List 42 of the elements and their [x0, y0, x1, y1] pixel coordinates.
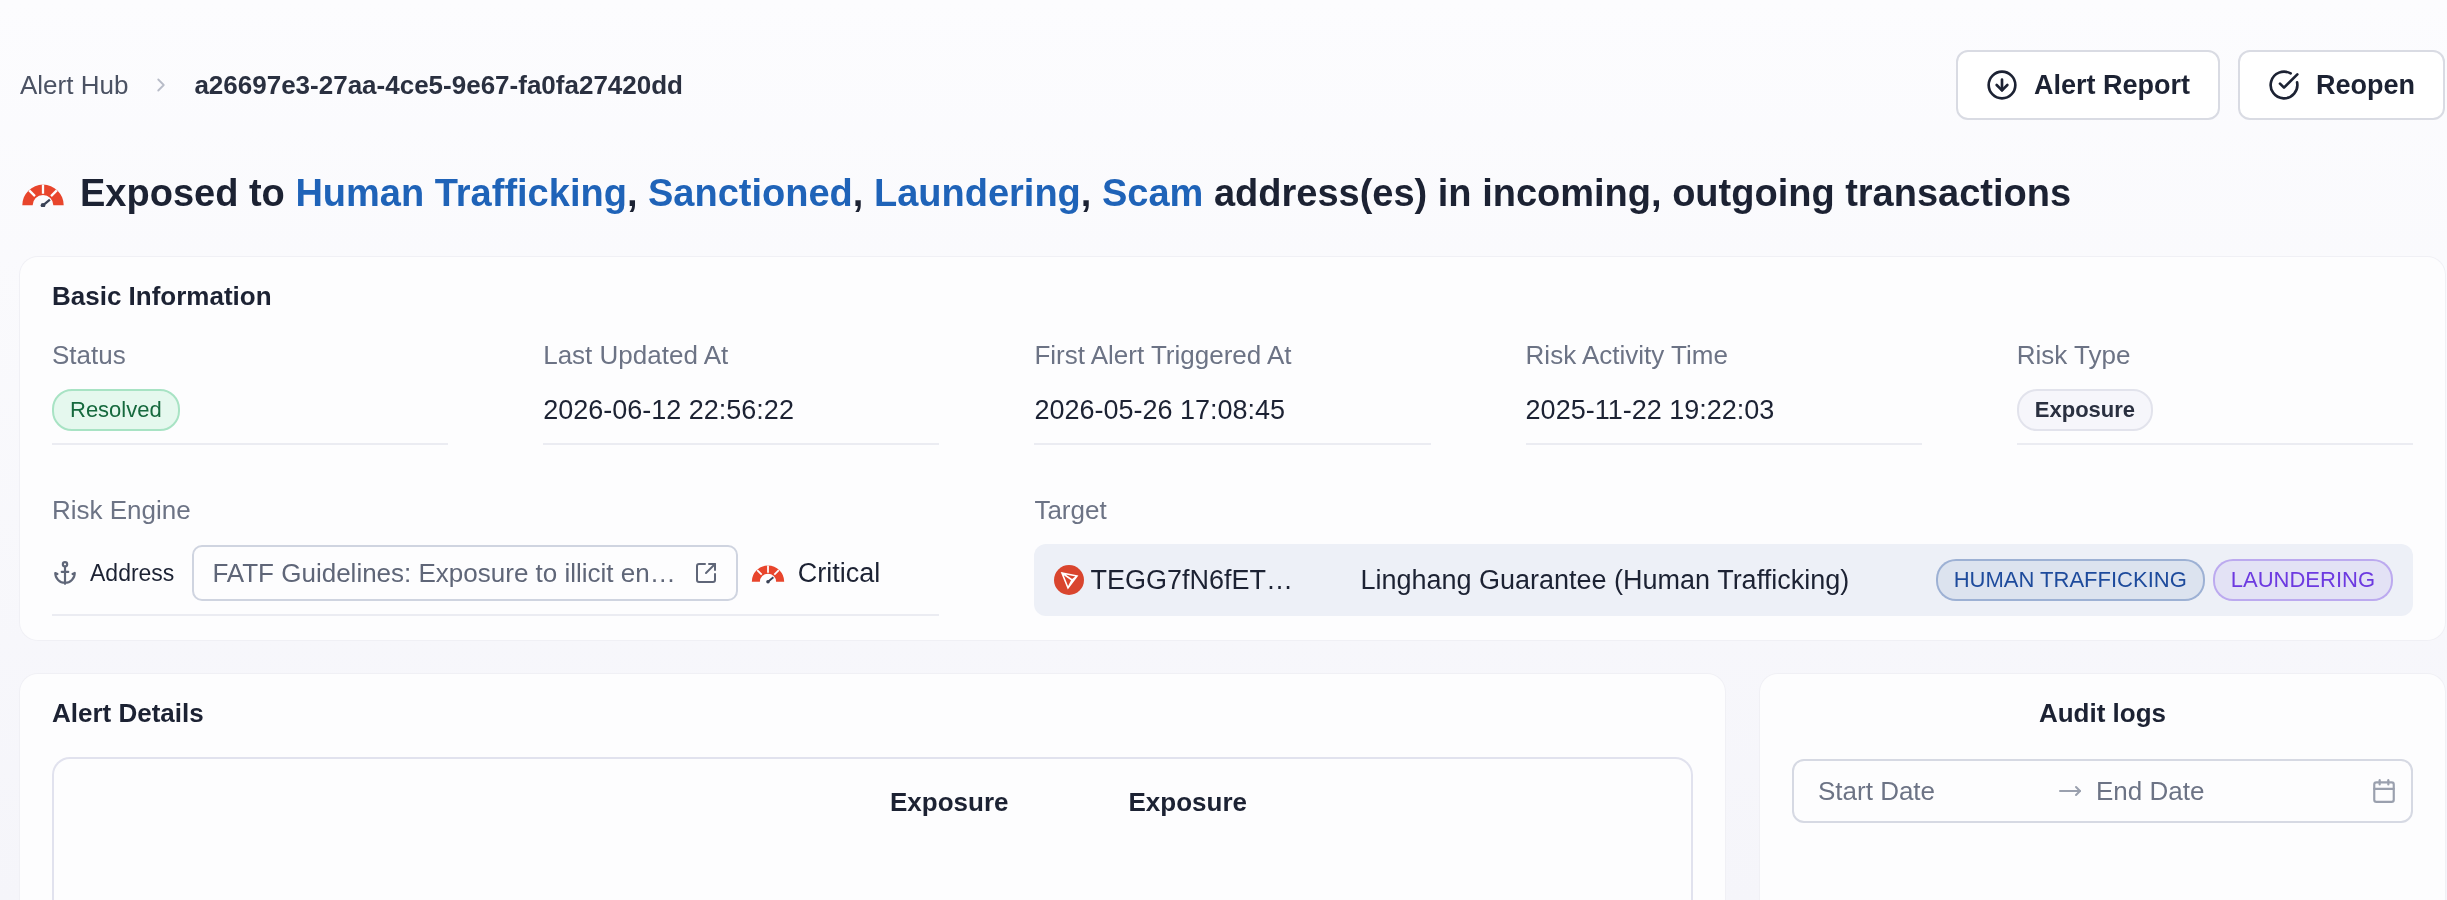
anchor-icon: [52, 560, 78, 586]
alert-headline: Exposed to Human Trafficking, Sanctioned, Laundering, Scam address(es) in incoming, outgoing transactions: [80, 172, 2072, 215]
field-label: Risk Type: [2016, 340, 2132, 371]
date-range-picker[interactable]: Start Date End Date: [1792, 759, 2413, 823]
breadcrumb-link[interactable]: a26697e3-27aa-4ce5-9e67-fa0fa27420dd: [194, 69, 683, 101]
field-value: 2026-05-26 17:08:45: [1034, 393, 1287, 427]
field-label: Target: [1034, 495, 1108, 526]
category-link[interactable]: Human Trafficking: [295, 172, 627, 214]
download-icon: [1985, 69, 2018, 101]
field-label: Last Updated At: [543, 340, 730, 371]
column-header: Exposure: [890, 787, 1009, 819]
coin-icon: [1054, 565, 1085, 595]
type-tag: Exposure: [2016, 389, 2154, 431]
engine-type: Address: [90, 559, 175, 587]
start-date-field[interactable]: Start Date: [1816, 774, 2046, 808]
end-date-field[interactable]: End Date: [2094, 774, 2324, 808]
field-label: Risk Engine: [52, 495, 192, 526]
card-title: Audit logs: [2037, 698, 2168, 729]
field-value: 2025-11-22 19:22:03: [1525, 393, 1776, 427]
category-link[interactable]: Scam: [1101, 172, 1204, 214]
category-tag: HUMAN TRAFFICKING: [1935, 559, 2205, 601]
field-label: Status: [52, 340, 127, 371]
column-header: Exposure: [1128, 787, 1247, 819]
card-title: Basic Information: [52, 281, 273, 312]
rule-link[interactable]: FATF Guidelines: Exposure to illicit en…: [192, 545, 738, 601]
reopen-button[interactable]: Reopen: [2238, 50, 2445, 120]
category-link[interactable]: Laundering: [873, 172, 1081, 214]
field-value: 2026-06-12 22:56:22: [543, 393, 795, 427]
external-link-icon: [693, 561, 718, 585]
category-link[interactable]: Sanctioned: [648, 172, 853, 214]
severity-label: Critical: [797, 557, 881, 589]
report-button[interactable]: Alert Report: [1955, 50, 2220, 120]
category-tag: LAUNDERING: [2212, 559, 2393, 601]
entity-name: Linghang Guarantee (Human Trafficking): [1360, 564, 1851, 596]
check-circle-icon: [2268, 69, 2300, 101]
address-link[interactable]: TEGG7fN6fET…: [1090, 564, 1361, 596]
card-title: Alert Details: [52, 698, 205, 729]
breadcrumb-link[interactable]: Alert Hub: [20, 69, 129, 101]
status-badge: Resolved: [52, 389, 180, 431]
field-label: Risk Activity Time: [1525, 340, 1729, 371]
field-label: First Alert Triggered At: [1034, 340, 1293, 371]
calendar-icon: [2371, 778, 2397, 804]
